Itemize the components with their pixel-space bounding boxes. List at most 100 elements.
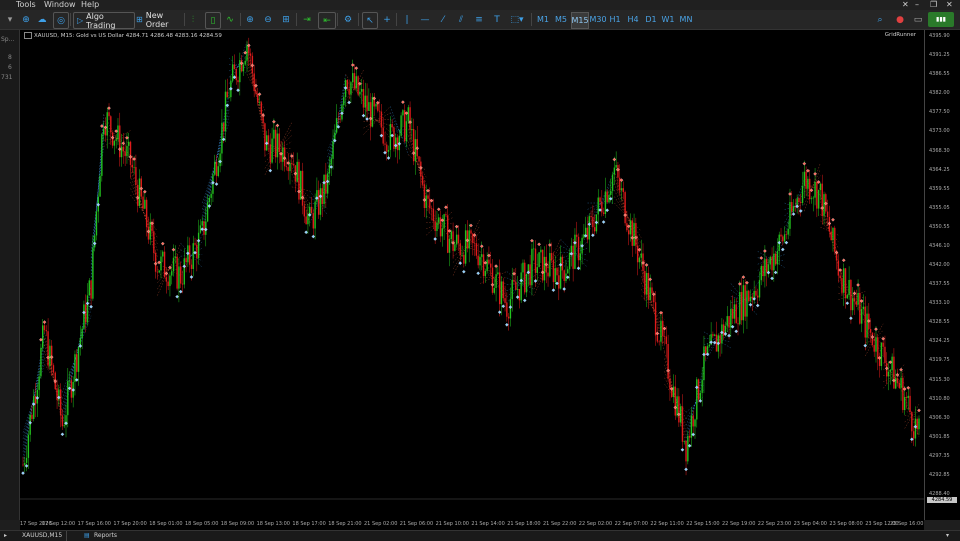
price-label: 4368.30 (929, 147, 950, 154)
profiles-icon[interactable]: ◎ (53, 12, 69, 29)
zoom-in-icon[interactable]: ⊕ (244, 12, 256, 27)
sell-marker (469, 223, 473, 228)
crosshair-icon[interactable]: + (381, 12, 393, 27)
bar-chart-icon[interactable]: ⫶ (187, 12, 199, 27)
candle-body (172, 257, 175, 272)
text-icon[interactable]: T (491, 12, 503, 27)
line-chart-icon[interactable]: ∿ (224, 12, 236, 27)
time-label: 22 Sep 02:00 (578, 521, 613, 527)
sell-marker (272, 119, 276, 124)
candle-body (737, 323, 739, 325)
buy-marker (433, 237, 437, 241)
candle-body (891, 356, 893, 371)
candle-body (337, 118, 340, 119)
autoscroll-icon[interactable]: ⇥ (300, 12, 314, 27)
candle-body (176, 256, 178, 289)
tf-m5[interactable]: M5 (554, 12, 568, 27)
vertical-line-icon[interactable]: | (401, 12, 413, 27)
shapes-icon[interactable]: ⬚▾ (508, 12, 526, 27)
candle-body (179, 266, 182, 284)
candle-body (728, 316, 730, 328)
new-chart-icon[interactable]: ⊕ (20, 12, 32, 27)
horizontal-line-icon[interactable]: — (419, 12, 431, 27)
candle-body (412, 129, 415, 162)
grid-icon[interactable]: ⊞ (280, 12, 292, 27)
price-label: 4315.30 (929, 376, 950, 383)
cloud-icon[interactable]: ☁ (36, 12, 48, 27)
candle-body (171, 271, 173, 276)
tf-m30[interactable]: M30 (589, 12, 606, 27)
channel-icon[interactable]: ⫽ (455, 12, 467, 27)
sell-marker (537, 242, 541, 247)
candle-body (274, 129, 277, 158)
chart-area[interactable]: XAUUSD, M15: Gold vs US Dollar 4284.71 4… (20, 30, 924, 520)
menu-window[interactable]: Window (44, 0, 76, 10)
indicators-icon[interactable]: ⚙ (341, 12, 355, 27)
algo-trading-button[interactable]: ▷ Algo Trading (73, 12, 135, 30)
sell-marker (788, 192, 792, 196)
pin-icon[interactable]: ✕ (902, 0, 909, 10)
buy-marker (386, 156, 391, 160)
buy-marker (680, 448, 685, 452)
candle-body (507, 316, 510, 319)
time-axis[interactable]: 17 Sep 2026 17 Sep 12:00 17 Sep 16:00 17 Se… (20, 520, 924, 530)
candle-body (135, 167, 137, 185)
candle-body (484, 270, 487, 277)
candle-body (669, 378, 671, 390)
candle-body (249, 53, 252, 56)
search-icon[interactable]: ⌕ (874, 12, 886, 27)
candle-body (67, 381, 69, 416)
candle-body (386, 144, 388, 152)
price-axis[interactable]: 4395.90 4391.25 4386.55 4382.00 4377.50 4373.… (924, 30, 960, 520)
buy-marker (361, 113, 366, 118)
price-chart[interactable] (20, 30, 924, 520)
price-label: 4355.05 (929, 204, 950, 211)
candle-body (588, 216, 590, 240)
candle-body (495, 274, 497, 289)
candle-body (850, 279, 852, 311)
candle-body (488, 259, 490, 264)
chart-shift-icon[interactable]: ⇤ (318, 12, 336, 29)
new-order-button[interactable]: ⊞ New Order (133, 11, 187, 29)
menu-help[interactable]: Help (81, 0, 99, 10)
cursor-icon[interactable]: ↖ (362, 12, 378, 29)
candle-body (515, 281, 517, 290)
close-icon[interactable]: ✕ (946, 0, 953, 10)
restore-icon[interactable]: ❐ (930, 0, 937, 10)
tf-mn[interactable]: MN (679, 12, 693, 27)
candle-body (380, 111, 383, 128)
tf-m1[interactable]: M1 (536, 12, 550, 27)
candle-body (110, 116, 112, 133)
candle-body (834, 227, 836, 252)
candle-body (622, 188, 625, 193)
candle-body (749, 296, 752, 302)
minimize-icon[interactable]: – (915, 0, 919, 10)
menu-drop-icon[interactable]: ▾ (4, 12, 16, 27)
candle-body (570, 245, 573, 253)
trendline-icon[interactable]: ⁄ (437, 12, 449, 27)
buy-marker (562, 287, 566, 291)
buy-marker (748, 302, 753, 307)
tf-d1[interactable]: D1 (645, 12, 657, 27)
candle-body (332, 141, 334, 159)
tf-w1[interactable]: W1 (662, 12, 675, 27)
candle-body (916, 418, 918, 430)
tf-h1[interactable]: H1 (609, 12, 621, 27)
candle-body (869, 329, 872, 333)
candlestick-icon[interactable]: ▯ (205, 12, 221, 29)
zoom-out-icon[interactable]: ⊖ (262, 12, 274, 27)
tf-h4[interactable]: H4 (627, 12, 639, 27)
notifications-icon[interactable]: ● (893, 12, 907, 27)
fibonacci-icon[interactable]: ≡ (473, 12, 485, 27)
sell-marker (881, 336, 885, 341)
account-icon[interactable]: ▭ (912, 12, 924, 27)
candle-body (432, 208, 435, 222)
menu-tools[interactable]: Tools (16, 0, 36, 10)
candle-body (696, 379, 698, 420)
candle-body (278, 133, 280, 153)
tf-m15[interactable]: M15 (571, 12, 589, 29)
candle-body (558, 275, 560, 289)
candle-body (102, 128, 105, 135)
candle-body (461, 254, 463, 256)
candle-body (400, 115, 402, 136)
